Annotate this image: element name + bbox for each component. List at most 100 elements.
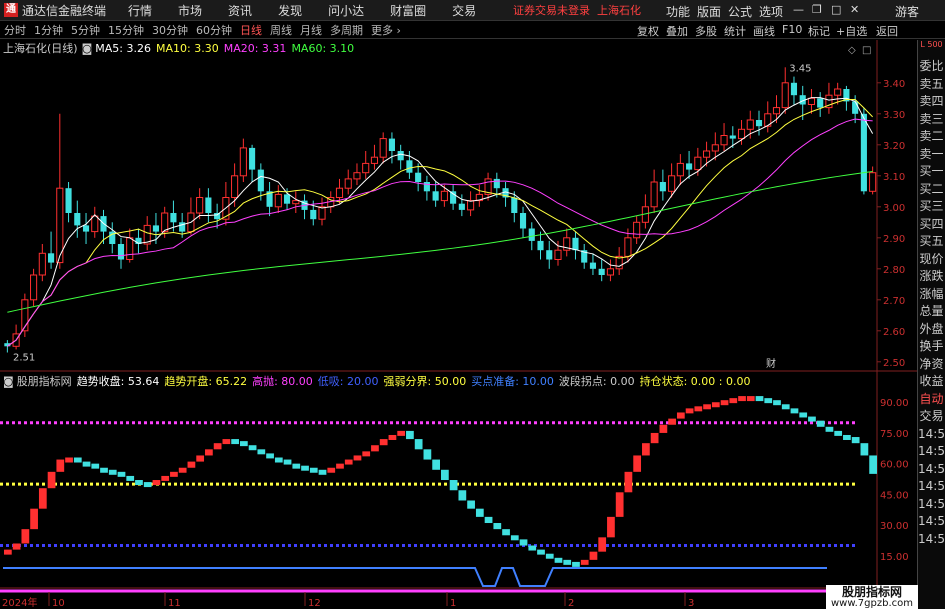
indicator-block	[178, 467, 187, 473]
sidebar-item-23[interactable]: 14:5	[918, 461, 945, 479]
sidebar-item-21[interactable]: 14:5	[918, 426, 945, 444]
indicator-axis-label: 90.00	[880, 398, 909, 409]
indicator-block	[126, 475, 135, 481]
high-sell-label: 高抛: 80.00	[252, 375, 313, 388]
candle-body-down	[432, 191, 439, 201]
sidebar-item-12[interactable]: 涨跌	[918, 268, 945, 286]
indicator-block	[467, 500, 475, 509]
indicator-block	[257, 449, 266, 455]
candle-body-up	[737, 128, 746, 140]
indicator-block	[21, 529, 30, 544]
sidebar-item-11[interactable]: 现价	[918, 251, 945, 269]
indicator-block	[231, 439, 239, 445]
indicator-block	[860, 443, 869, 456]
sidebar-item-22[interactable]: 14:5	[918, 443, 945, 461]
indicator-block	[371, 445, 379, 452]
ma5-label: MA5: 3.26	[95, 41, 151, 55]
price-axis-label: 3.20	[883, 141, 905, 152]
sidebar-item-9[interactable]: 买四	[918, 216, 945, 234]
ma20-label: MA20: 3.31	[223, 41, 287, 55]
indicator-block	[799, 412, 808, 418]
sidebar-item-15[interactable]: 外盘	[918, 321, 945, 339]
candle-body-down	[310, 209, 317, 220]
indicator-block	[572, 561, 580, 567]
indicator-block	[135, 480, 143, 486]
indicator-settings-icon[interactable]: ◙	[3, 375, 14, 388]
indicator-block	[91, 463, 100, 469]
indicator-block	[397, 430, 406, 436]
settings-icon[interactable]: ◙	[82, 42, 93, 55]
candle-body-down	[74, 213, 81, 226]
sidebar-item-3[interactable]: 卖三	[918, 111, 945, 129]
indicator-block	[82, 461, 91, 467]
sidebar-item-26[interactable]: 14:5	[918, 513, 945, 531]
sidebar-item-19[interactable]: 自动	[918, 391, 945, 409]
indicator-block	[554, 557, 563, 563]
sidebar-item-7[interactable]: 买二	[918, 181, 945, 199]
indicator-block	[292, 463, 301, 469]
candle-body-up	[161, 212, 169, 233]
indicator-block	[676, 412, 685, 419]
sidebar-item-2[interactable]: 卖四	[918, 93, 945, 111]
candle-body-up	[335, 187, 344, 198]
diamond-icon: ◇	[848, 45, 856, 56]
sidebar-item-17[interactable]: 净资	[918, 356, 945, 374]
sidebar-item-27[interactable]: 14:5	[918, 531, 945, 549]
sidebar-item-20[interactable]: 交易	[918, 408, 945, 426]
sidebar-item-18[interactable]: 收益	[918, 373, 945, 391]
high-price-label: 3.45	[789, 63, 811, 74]
candle-body-down	[214, 213, 221, 220]
sidebar-item-0[interactable]: 委比	[918, 58, 945, 76]
kline-chart[interactable]: 3.40 3.30 3.20 3.10 3.00 2.90 2.80 2.70 2.60 2.50…	[0, 0, 917, 609]
indicator-block	[301, 465, 309, 471]
indicator-block	[441, 469, 449, 481]
indicator-block	[519, 539, 528, 546]
candle-body-down	[817, 98, 824, 108]
indicator-block	[589, 551, 598, 560]
candle-body-down	[493, 178, 500, 189]
hold-state-label: 持仓状态: 0.00 : 0.00	[639, 375, 751, 388]
sidebar-item-1[interactable]: 卖五	[918, 76, 945, 94]
candle-body-up	[554, 249, 562, 260]
candle-body-up	[353, 172, 361, 180]
candle-body-up	[239, 147, 247, 177]
indicator-block	[790, 408, 799, 414]
sidebar-item-25[interactable]: 14:5	[918, 496, 945, 514]
indicator-name[interactable]: 股朋指标网	[17, 373, 72, 389]
sidebar-item-13[interactable]: 涨幅	[918, 286, 945, 304]
sidebar-item-4[interactable]: 卖二	[918, 128, 945, 146]
indicator-block	[143, 482, 152, 488]
indicator-block	[283, 459, 292, 465]
square-icon: □	[862, 45, 871, 56]
candle-body-down	[519, 213, 527, 229]
indicator-block	[729, 398, 738, 404]
indicator-block	[843, 434, 851, 440]
candle-body-down	[117, 244, 125, 260]
indicator-block	[685, 408, 694, 414]
indicator-axis-label: 75.00	[880, 429, 909, 440]
price-axis-label: 2.90	[883, 234, 905, 245]
sidebar-item-10[interactable]: 买五	[918, 233, 945, 251]
candle-body-down	[686, 163, 693, 170]
sidebar-item-16[interactable]: 换手	[918, 338, 945, 356]
indicator-block	[607, 516, 615, 538]
indicator-block	[432, 459, 440, 470]
candle-body-up	[834, 88, 842, 96]
sidebar-item-8[interactable]: 买三	[918, 198, 945, 216]
indicator-block	[117, 471, 126, 477]
sidebar-item-24[interactable]: 14:5	[918, 478, 945, 496]
candle-body-down	[511, 197, 518, 213]
indicator-block	[406, 430, 414, 440]
sidebar-item-5[interactable]: 卖一	[918, 146, 945, 164]
indicator-block	[851, 437, 860, 444]
indicator-block	[615, 492, 624, 517]
sidebar-item-6[interactable]: 买一	[918, 163, 945, 181]
candle-body-up	[624, 237, 632, 257]
indicator-block	[869, 455, 877, 474]
ma20-line	[7, 118, 873, 347]
sidebar-item-14[interactable]: 总量	[918, 303, 945, 321]
indicator-block	[545, 553, 554, 559]
indicator-block	[642, 443, 650, 456]
low-price-label: 2.51	[13, 353, 35, 364]
candle-body-up	[668, 175, 676, 192]
